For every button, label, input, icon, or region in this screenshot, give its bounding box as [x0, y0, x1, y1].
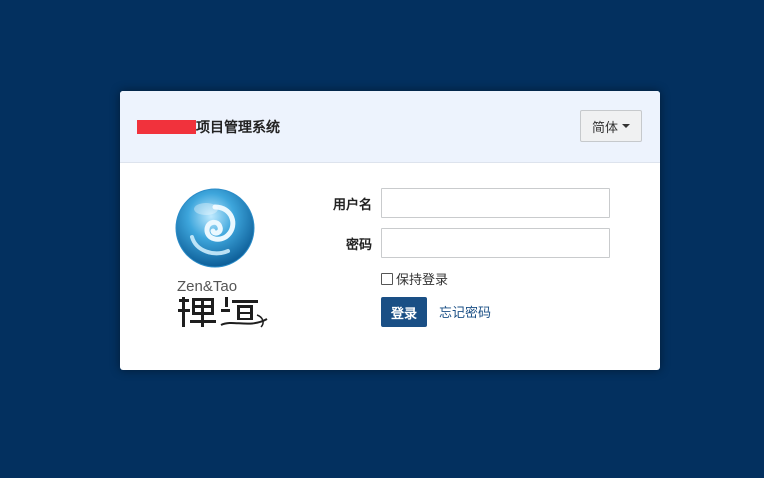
login-button[interactable]: 登录: [381, 297, 427, 327]
username-input[interactable]: [381, 188, 610, 218]
keep-login-label: 保持登录: [396, 272, 449, 287]
language-label: 简体: [591, 119, 618, 135]
password-row: 密码: [320, 228, 610, 258]
swirl-globe-icon: [175, 188, 255, 268]
logo-brand-text: Zen&Tao: [177, 278, 238, 295]
redacted-company-name: [137, 120, 196, 134]
login-panel: 项目管理系统 简体 Zen&Tao 用户名 密码 保持登录 登录 忘记密码: [120, 91, 660, 370]
app-title: 项目管理系统: [196, 119, 280, 135]
language-select-button[interactable]: 简体: [580, 110, 642, 142]
keep-login-option[interactable]: 保持登录: [381, 269, 448, 288]
username-row: 用户名: [320, 188, 610, 218]
password-label: 密码: [345, 236, 372, 252]
keep-login-checkbox[interactable]: [381, 272, 393, 285]
panel-header: 项目管理系统 简体: [120, 91, 660, 163]
caret-down-icon: [622, 124, 630, 128]
username-label: 用户名: [332, 196, 372, 212]
password-input[interactable]: [381, 228, 610, 258]
zentao-logo: Zen&Tao: [174, 187, 269, 347]
forgot-password-link[interactable]: 忘记密码: [439, 302, 491, 321]
title-wrap: 项目管理系统: [137, 119, 280, 135]
zentao-calligraphy-logo: [178, 297, 268, 328]
